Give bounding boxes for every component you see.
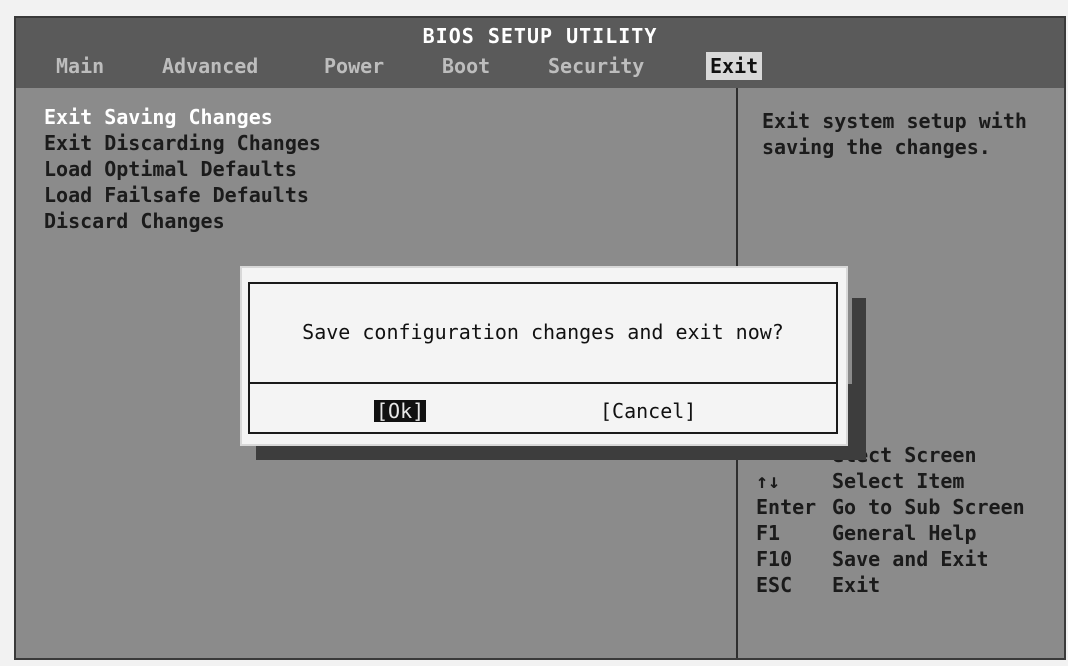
- bios-screen: BIOS SETUP UTILITY Main Advanced Power B…: [14, 16, 1066, 660]
- key-action: Go to Sub Screen: [832, 495, 1025, 519]
- key-legend: elect Screen ↑↓ Select Item Enter Go to …: [756, 442, 1025, 598]
- help-description: Exit system setup with saving the change…: [762, 109, 1027, 159]
- key-action: Save and Exit: [832, 547, 989, 571]
- tab-security[interactable]: Security: [548, 52, 644, 80]
- header-bar: BIOS SETUP UTILITY Main Advanced Power B…: [16, 18, 1064, 90]
- key-legend-row: Enter Go to Sub Screen: [756, 494, 1025, 520]
- key-action: General Help: [832, 521, 977, 545]
- menu-item-load-failsafe-defaults[interactable]: Load Failsafe Defaults: [44, 182, 321, 208]
- tab-boot[interactable]: Boot: [442, 52, 490, 80]
- key-action: Exit: [832, 573, 881, 597]
- menu-item-discard-changes[interactable]: Discard Changes: [44, 208, 321, 234]
- key-label: ↑↓: [756, 469, 781, 493]
- menu-item-exit-saving-changes[interactable]: Exit Saving Changes: [44, 104, 321, 130]
- key-legend-row: F1 General Help: [756, 520, 1025, 546]
- key-legend-row: ↑↓ Select Item: [756, 468, 1025, 494]
- key-legend-row: ESC Exit: [756, 572, 1025, 598]
- menu-item-exit-discarding-changes[interactable]: Exit Discarding Changes: [44, 130, 321, 156]
- dialog-divider: [250, 382, 836, 384]
- tab-main[interactable]: Main: [56, 52, 104, 80]
- key-legend-row: F10 Save and Exit: [756, 546, 1025, 572]
- exit-menu: Exit Saving Changes Exit Discarding Chan…: [44, 104, 321, 234]
- dialog-shadow-side: [852, 298, 866, 460]
- key-label: ESC: [756, 573, 793, 597]
- key-action: Select Item: [832, 469, 965, 493]
- dialog-frame: Save configuration changes and exit now?…: [248, 282, 838, 434]
- tab-advanced[interactable]: Advanced: [162, 52, 258, 80]
- bios-title: BIOS SETUP UTILITY: [422, 24, 658, 48]
- menu-item-load-optimal-defaults[interactable]: Load Optimal Defaults: [44, 156, 321, 182]
- tab-power[interactable]: Power: [324, 52, 384, 80]
- dialog-message: Save configuration changes and exit now?: [302, 320, 784, 344]
- ok-button[interactable]: [Ok]: [374, 400, 427, 422]
- tab-bar: Main Advanced Power Boot Security Exit: [16, 52, 1064, 82]
- cancel-button[interactable]: [Cancel]: [600, 400, 696, 422]
- key-label: Enter: [756, 495, 817, 519]
- tab-exit[interactable]: Exit: [706, 52, 763, 80]
- key-label: F10: [756, 547, 793, 571]
- key-label: F1: [756, 521, 781, 545]
- confirm-dialog: Save configuration changes and exit now?…: [240, 266, 848, 446]
